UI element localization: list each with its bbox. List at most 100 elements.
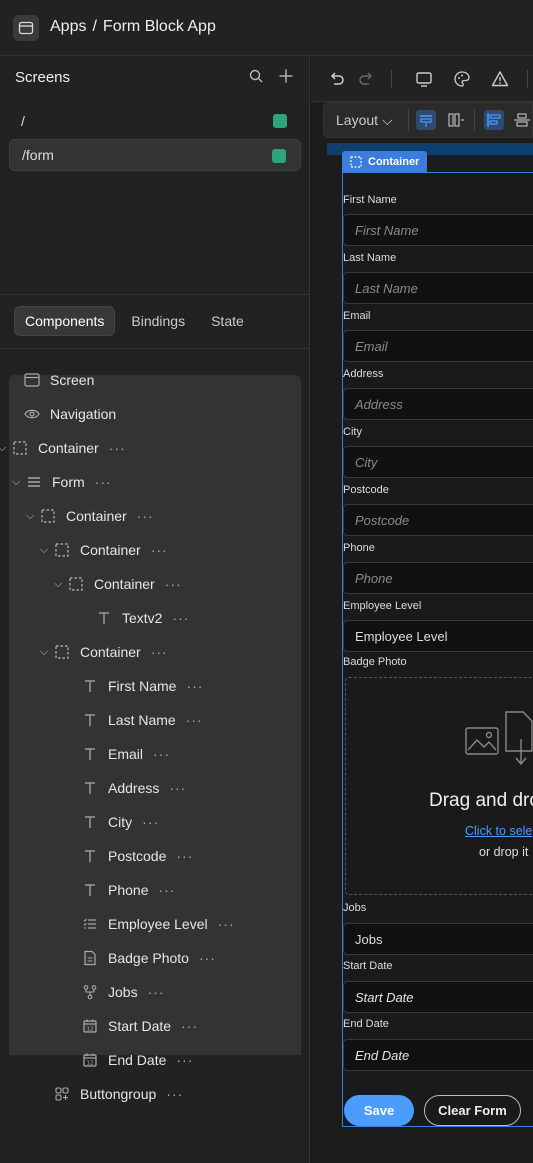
tree-item[interactable]: Buttongroup ··· <box>54 1077 183 1111</box>
relationship-icon <box>82 984 98 1000</box>
search-icon[interactable] <box>248 68 264 84</box>
chevron-down-icon[interactable]: ⌵ <box>40 646 52 659</box>
tree-item[interactable]: Address ··· <box>82 771 186 805</box>
text-input[interactable]: Last Name <box>343 272 533 304</box>
tree-item[interactable]: Postcode ··· <box>82 839 193 873</box>
tree-item-screen[interactable]: Screen <box>24 363 94 397</box>
screen-item-form[interactable]: /form <box>9 139 301 171</box>
end-date-picker[interactable]: End Date <box>343 1039 533 1071</box>
tree-item-label: Email <box>108 746 144 762</box>
more-options-icon[interactable]: ··· <box>166 1086 183 1102</box>
tree-item[interactable]: ⌵ Container ··· <box>0 431 126 465</box>
tree-item[interactable]: Employee Level ··· <box>82 907 235 941</box>
more-options-icon[interactable]: ··· <box>169 780 186 796</box>
tree-item[interactable]: First Name ··· <box>82 669 203 703</box>
text-input[interactable]: Phone <box>343 562 533 594</box>
layout-vertical-icon[interactable] <box>416 110 436 130</box>
container-badge-label: Container <box>368 155 420 168</box>
chevron-down-icon: ⌵ <box>381 112 393 128</box>
tree-item[interactable]: ⌵ Container ··· <box>26 499 154 533</box>
more-options-icon[interactable]: ··· <box>218 916 235 932</box>
more-options-icon[interactable]: ··· <box>186 678 203 694</box>
text-input[interactable]: Address <box>343 388 533 420</box>
canvas-toolbar <box>311 56 533 102</box>
chevron-down-icon[interactable]: ⌵ <box>12 476 24 489</box>
badge-photo-label: Badge Photo <box>343 656 407 668</box>
text-input[interactable]: Email <box>343 330 533 362</box>
input-placeholder: City <box>355 454 378 470</box>
more-options-icon[interactable]: ··· <box>165 576 182 592</box>
more-options-icon[interactable]: ··· <box>153 746 170 762</box>
tab-bindings[interactable]: Bindings <box>121 306 195 336</box>
more-options-icon[interactable]: ··· <box>142 814 159 830</box>
more-options-icon[interactable]: ··· <box>176 848 193 864</box>
tab-components[interactable]: Components <box>14 306 116 336</box>
tree-item[interactable]: City ··· <box>82 805 159 839</box>
sidebar-toggle-icon[interactable] <box>13 15 39 41</box>
jobs-label: Jobs <box>343 902 367 914</box>
screen-icon <box>24 372 40 388</box>
start-date-picker[interactable]: Start Date <box>343 981 533 1013</box>
desktop-preview-icon[interactable] <box>415 70 433 88</box>
breadcrumb-apps[interactable]: Apps <box>50 18 86 36</box>
redo-icon[interactable] <box>357 70 375 88</box>
more-options-icon[interactable]: ··· <box>199 950 216 966</box>
tree-item[interactable]: ⌵ Container ··· <box>54 567 182 601</box>
tree-item[interactable]: 12 End Date ··· <box>82 1043 193 1077</box>
tree-item[interactable]: Last Name ··· <box>82 703 203 737</box>
save-button[interactable]: Save <box>344 1095 414 1126</box>
jobs-select[interactable]: Jobs <box>343 923 533 955</box>
theme-palette-icon[interactable] <box>453 70 471 88</box>
warning-icon[interactable] <box>491 70 509 88</box>
add-screen-icon[interactable] <box>278 68 294 84</box>
align-left-icon[interactable] <box>484 110 504 130</box>
list-icon <box>82 916 98 932</box>
more-options-icon[interactable]: ··· <box>109 440 126 456</box>
tree-item-navigation[interactable]: Navigation <box>24 397 116 431</box>
clear-form-button[interactable]: Clear Form <box>424 1095 521 1126</box>
panel-divider <box>0 294 310 295</box>
chevron-down-icon[interactable]: ⌵ <box>26 510 38 523</box>
tree-item[interactable]: Textv2 ··· <box>96 601 189 635</box>
tree-item[interactable]: ⌵ Container ··· <box>40 533 168 567</box>
tab-state[interactable]: State <box>201 306 254 336</box>
employee-level-select[interactable]: Employee Level <box>343 620 533 652</box>
layout-dropdown[interactable]: Layout ⌵ <box>336 112 393 129</box>
text-input[interactable]: First Name <box>343 214 533 246</box>
more-options-icon[interactable]: ··· <box>137 508 154 524</box>
screen-item-root[interactable]: / <box>9 105 301 137</box>
more-options-icon[interactable]: ··· <box>151 542 168 558</box>
tree-item[interactable]: Jobs ··· <box>82 975 165 1009</box>
tree-item-label: First Name <box>108 678 177 694</box>
more-options-icon[interactable]: ··· <box>95 474 112 490</box>
dropzone-select-link[interactable]: Click to sele <box>465 824 532 838</box>
container-icon <box>12 440 28 456</box>
tree-item[interactable]: ⌵ Container ··· <box>40 635 168 669</box>
more-options-icon[interactable]: ··· <box>172 610 189 626</box>
text-input[interactable]: Postcode <box>343 504 533 536</box>
tree-item[interactable]: Phone ··· <box>82 873 175 907</box>
chevron-down-icon[interactable]: ⌵ <box>0 442 10 455</box>
badge-photo-dropzone[interactable] <box>345 677 533 895</box>
layout-horizontal-icon[interactable] <box>446 110 466 130</box>
tree-item[interactable]: 12 Start Date ··· <box>82 1009 198 1043</box>
more-options-icon[interactable]: ··· <box>148 984 165 1000</box>
more-options-icon[interactable]: ··· <box>158 882 175 898</box>
more-options-icon[interactable]: ··· <box>151 644 168 660</box>
tree-item[interactable]: Email ··· <box>82 737 170 771</box>
more-options-icon[interactable]: ··· <box>186 712 203 728</box>
breadcrumb-app-name[interactable]: Form Block App <box>103 18 216 36</box>
container-selection-badge[interactable]: Container <box>342 151 428 172</box>
text-input[interactable]: City <box>343 446 533 478</box>
more-options-icon[interactable]: ··· <box>176 1052 193 1068</box>
tree-item[interactable]: ⌵ Form ··· <box>12 465 112 499</box>
breadcrumb: Apps / Form Block App <box>50 18 216 36</box>
tree-item-label: Textv2 <box>122 610 163 626</box>
more-options-icon[interactable]: ··· <box>181 1018 198 1034</box>
tree-item[interactable]: Badge Photo ··· <box>82 941 216 975</box>
chevron-down-icon[interactable]: ⌵ <box>54 578 66 591</box>
align-center-icon[interactable] <box>512 110 532 130</box>
chevron-down-icon[interactable]: ⌵ <box>40 544 52 557</box>
undo-icon[interactable] <box>328 70 346 88</box>
text-icon <box>82 712 98 728</box>
